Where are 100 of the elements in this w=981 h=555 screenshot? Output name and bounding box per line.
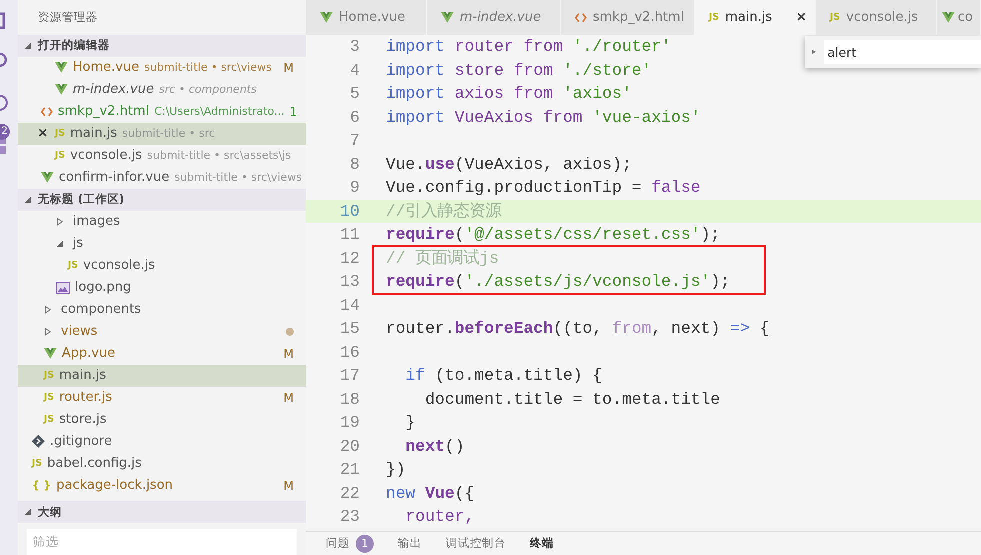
- open-editor-item[interactable]: confirm-infor.vue submit-title • src\views: [18, 166, 306, 189]
- tab-label: m-index.vue: [460, 10, 542, 25]
- file-name: smkp_v2.html: [58, 104, 150, 120]
- code-token: , next): [652, 319, 722, 338]
- editor-tab[interactable]: Home.vue: [306, 0, 427, 35]
- open-editor-item[interactable]: smkp_v2.html C:\Users\Administrato... 1: [18, 100, 306, 123]
- line-number: 5: [349, 84, 360, 104]
- vue-icon: [55, 84, 68, 96]
- open-editor-item[interactable]: JS vconsole.js submit-title • src\assets\js: [18, 144, 306, 167]
- panel-tab[interactable]: 终端: [530, 532, 554, 555]
- panel-tab[interactable]: 调试控制台: [446, 532, 506, 555]
- file-name: vconsole.js: [70, 148, 142, 164]
- code-token: Vue.config.productionTip =: [386, 178, 643, 198]
- tree-item[interactable]: { } package-lock.json M: [18, 474, 306, 497]
- modified-dot: [286, 328, 294, 336]
- file-name: vconsole.js: [83, 258, 156, 274]
- line-number: 12: [339, 248, 360, 268]
- close-icon[interactable]: ×: [796, 10, 807, 25]
- tree-item[interactable]: js: [18, 232, 306, 255]
- tree-item[interactable]: .gitignore: [18, 430, 306, 453]
- tree-item[interactable]: JS babel.config.js: [18, 452, 306, 475]
- code-token: // 页面调试js: [386, 249, 500, 268]
- code-token: require: [386, 225, 455, 244]
- tree-item[interactable]: images: [18, 210, 306, 233]
- code-token: beforeEach: [454, 319, 554, 338]
- code-token: from: [514, 84, 554, 104]
- tree-item[interactable]: JS store.js: [18, 408, 306, 431]
- js-file-icon: JS: [709, 12, 720, 23]
- panel-tab[interactable]: 问题 1: [326, 532, 374, 555]
- line-number: 14: [339, 296, 360, 315]
- code-token: 'vue-axios': [592, 108, 701, 127]
- line-number: 6: [349, 108, 360, 127]
- line-number: 9: [349, 178, 360, 198]
- close-icon[interactable]: ×: [38, 126, 48, 142]
- section-header[interactable]: 无标题 (工作区): [18, 188, 306, 211]
- file-name: .gitignore: [50, 434, 112, 450]
- tree-item[interactable]: App.vue M: [18, 342, 306, 365]
- code-token: router: [454, 37, 515, 56]
- code-token: next: [404, 436, 446, 456]
- section-header[interactable]: 大纲: [18, 501, 306, 524]
- file-name: babel.config.js: [47, 456, 142, 472]
- find-field[interactable]: alert: [824, 40, 981, 64]
- file-name: store.js: [59, 412, 107, 428]
- code-token: (to.meta.title) {: [434, 366, 602, 386]
- code-token: '@/assets/css/reset.css': [464, 225, 701, 244]
- code-token: //引入静态资源: [386, 202, 502, 222]
- line-number: 3: [349, 37, 360, 56]
- tree-item[interactable]: JS vconsole.js: [18, 254, 306, 277]
- line-number: 18: [339, 390, 360, 409]
- code-token: import: [386, 108, 446, 127]
- code-token: }: [404, 413, 416, 432]
- panel-tab-label: 问题: [326, 536, 350, 551]
- editor-tab[interactable]: JS vconsole.js: [816, 0, 937, 35]
- git-status: M: [284, 346, 294, 361]
- panel-tab[interactable]: 输出: [398, 532, 422, 555]
- editor-tab[interactable]: JS main.js ×: [695, 0, 816, 35]
- tree-item[interactable]: JS main.js: [18, 364, 306, 387]
- editor-tab[interactable]: m-index.vue: [427, 0, 561, 35]
- filter-field[interactable]: 筛选: [27, 529, 297, 555]
- code-token: './assets/js/vconsole.js': [464, 272, 711, 292]
- tree-item[interactable]: components: [18, 298, 306, 321]
- caret-icon[interactable]: ▸: [811, 45, 818, 59]
- code-token: store: [454, 60, 506, 80]
- tree-item[interactable]: logo.png: [18, 276, 306, 299]
- tab-label: vconsole.js: [846, 10, 918, 25]
- section-header[interactable]: 打开的编辑器: [18, 35, 306, 57]
- open-editor-item[interactable]: Home.vue submit-title • src\views M: [18, 56, 306, 79]
- file-name: m-index.vue: [73, 82, 154, 98]
- code-token: (VueAxios, axios);: [454, 154, 632, 174]
- editor-tab[interactable]: smkp_v2.html: [561, 0, 695, 35]
- code-token: );: [700, 225, 720, 244]
- line-number: 11: [339, 225, 360, 244]
- tree-item[interactable]: views: [18, 320, 306, 343]
- code-token: new: [386, 484, 417, 503]
- open-editor-item[interactable]: m-index.vue src • components: [18, 78, 306, 101]
- file-name: main.js: [70, 126, 118, 142]
- code-brackets-icon: [575, 12, 587, 22]
- panel-tab-label: 调试控制台: [446, 536, 506, 551]
- notification-badge: 2: [0, 124, 10, 140]
- file-name: js: [73, 236, 84, 252]
- code-token: router.: [386, 319, 455, 338]
- file-name: confirm-infor.vue: [59, 170, 170, 186]
- diamond-icon: [32, 435, 45, 448]
- line-number: 15: [339, 319, 360, 338]
- section-title: 打开的编辑器: [38, 38, 110, 54]
- tree-item[interactable]: JS router.js M: [18, 386, 306, 409]
- line-number: 7: [349, 131, 360, 150]
- code-token: ((to,: [553, 319, 604, 338]
- vue-icon: [942, 12, 955, 23]
- editor-tab[interactable]: co: [937, 0, 981, 35]
- file-name: App.vue: [62, 346, 116, 362]
- code-token: import: [386, 84, 446, 104]
- vue-icon: [55, 62, 68, 74]
- open-editor-item[interactable]: × JS main.js submit-title • src: [18, 122, 306, 145]
- git-status: M: [284, 390, 294, 405]
- file-path: submit-title • src: [122, 127, 216, 140]
- vue-icon: [320, 12, 333, 23]
- code-token: import: [386, 60, 446, 80]
- code-token: Vue: [425, 484, 455, 503]
- vue-icon: [441, 12, 454, 23]
